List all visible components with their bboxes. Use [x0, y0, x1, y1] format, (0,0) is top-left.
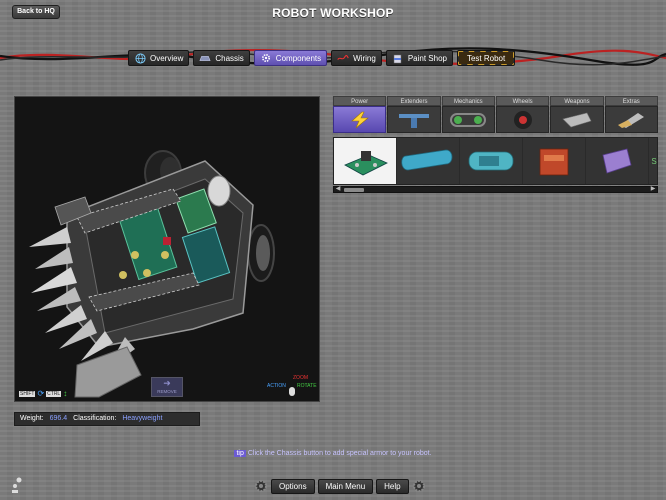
category-label: Wheels [495, 96, 550, 106]
wiring-icon [337, 53, 349, 63]
part-item-circuit-board[interactable] [334, 138, 396, 184]
tip-message: tip Click the Chassis button to add speci… [0, 450, 666, 457]
view-controls-right: ZOOM ACTION ROTATE [267, 375, 319, 399]
tip-tag: tip [234, 450, 246, 457]
tab-label: Overview [150, 53, 184, 63]
main-menu-button[interactable]: Main Menu [317, 478, 374, 494]
tread-icon [441, 106, 495, 133]
robot-3d-viewport[interactable]: SHIFT ⟳ CTRL ↕ ➜ REMOVE ZOOM ACTION ROTA… [14, 96, 320, 402]
page-title: ROBOT WORKSHOP [272, 6, 394, 20]
workshop-tabs: Overview Chassis Components Wiring Paint… [128, 50, 516, 66]
classification-label: Classification: [73, 415, 117, 422]
category-label: Power [333, 96, 387, 106]
globe-icon [134, 52, 146, 64]
tip-text: Click the Chassis button to add special … [247, 450, 432, 457]
robot-model [29, 150, 275, 398]
scroll-right-icon[interactable]: ▶ [649, 186, 657, 193]
scroll-left-icon[interactable]: ◀ [334, 186, 342, 193]
move-vertical-icon: ↕ [63, 389, 68, 398]
view-controls-left: SHIFT ⟳ CTRL ↕ [19, 389, 67, 398]
tab-label: Paint Shop [407, 53, 447, 63]
tab-label: Test Robot [458, 52, 514, 64]
parts-scrollbar[interactable]: ◀ ▶ [333, 186, 658, 193]
gear-icon [255, 480, 267, 492]
circuit-board-icon [344, 151, 388, 176]
battery-cylinder-icon [468, 151, 514, 171]
extender-icon [387, 106, 441, 133]
gear-icon [412, 480, 425, 492]
weapon-icon [550, 106, 604, 133]
part-item-red-box[interactable] [523, 138, 585, 184]
category-mechanics[interactable]: Mechanics [441, 96, 495, 133]
motor-cylinder-icon [401, 149, 453, 171]
top-bar: Back to HQ ROBOT WORKSHOP [0, 0, 666, 44]
weight-label: Weight: [20, 415, 44, 422]
chassis-icon [199, 53, 211, 63]
bottom-menu: Options Main Menu Help [254, 478, 426, 494]
category-label: Extras [604, 96, 658, 106]
category-power[interactable]: Power [333, 96, 387, 133]
tab-test-robot[interactable]: Test Robot [456, 50, 516, 66]
part-item-battery[interactable] [460, 138, 522, 184]
red-box-icon [539, 148, 569, 176]
parts-list: S [333, 137, 658, 185]
category-tabs: Power Extenders Mechanics Wheels Weapons [333, 96, 658, 133]
remove-button[interactable]: ➜ REMOVE [151, 377, 183, 397]
gear-icon [260, 53, 272, 63]
options-button[interactable]: Options [271, 478, 315, 494]
ctrl-key-label: CTRL [46, 390, 62, 397]
scroll-thumb[interactable] [344, 188, 364, 192]
part-item-motor[interactable] [397, 138, 459, 184]
paint-can-icon [392, 53, 404, 63]
tab-overview[interactable]: Overview [128, 50, 190, 66]
zoom-label: ZOOM [293, 375, 308, 381]
shift-key-label: SHIFT [19, 390, 36, 397]
rotate-label: ROTATE [297, 383, 317, 389]
classification-value: Heavyweight [122, 415, 163, 422]
mouse-icon [289, 387, 295, 396]
remove-label: REMOVE [157, 389, 177, 394]
extras-icon [604, 106, 658, 133]
category-label: Weapons [550, 96, 604, 106]
help-button[interactable]: Help [376, 478, 409, 494]
arrow-right-icon: ➜ [163, 378, 171, 388]
category-label: Extenders [387, 96, 441, 106]
tab-paint-shop[interactable]: Paint Shop [385, 50, 453, 66]
category-wheels[interactable]: Wheels [495, 96, 550, 133]
bolt-icon [10, 476, 24, 499]
category-label: Mechanics [441, 96, 495, 106]
tab-chassis[interactable]: Chassis [193, 50, 250, 66]
wheel-icon [495, 106, 550, 133]
action-label: ACTION [267, 383, 286, 389]
rotate-icon: ⟳ [37, 389, 45, 398]
purple-block-icon [602, 148, 632, 174]
tab-wiring[interactable]: Wiring [331, 50, 382, 66]
weight-value: 696.4 [49, 415, 68, 422]
part-item-purple-block[interactable] [586, 138, 648, 184]
robot-stats-bar: Weight: 696.4 Classification: Heavyweigh… [14, 412, 200, 426]
tab-components[interactable]: Components [253, 50, 328, 66]
tab-label: Chassis [215, 53, 244, 63]
category-weapons[interactable]: Weapons [550, 96, 604, 133]
category-extenders[interactable]: Extenders [387, 96, 441, 133]
tab-label: Wiring [353, 53, 376, 63]
parts-panel: Power Extenders Mechanics Wheels Weapons [333, 96, 658, 198]
part-item-partial[interactable]: S [649, 138, 657, 184]
category-extras[interactable]: Extras [604, 96, 658, 133]
tab-label: Components [275, 53, 322, 63]
lightning-icon [333, 106, 387, 133]
